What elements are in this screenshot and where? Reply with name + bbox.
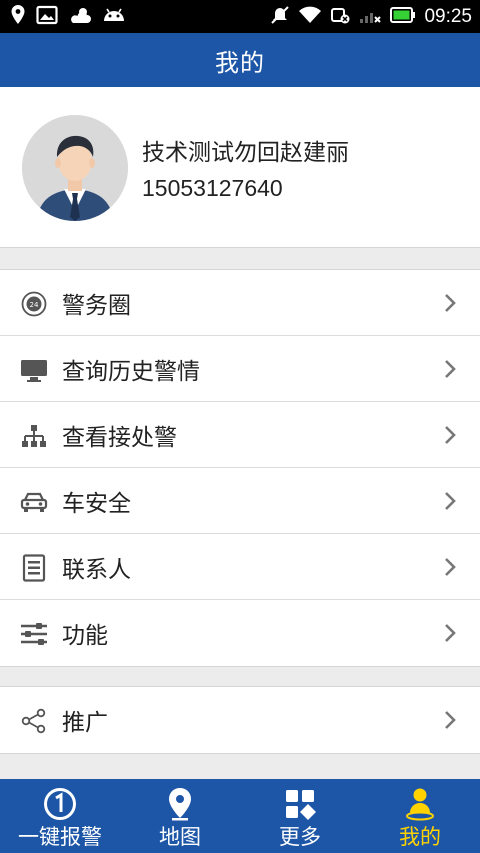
police-circle-icon: 24	[20, 290, 48, 318]
share-icon	[20, 707, 48, 735]
svg-text:24: 24	[30, 301, 39, 309]
tab-label: 更多	[279, 825, 321, 849]
user-name: 技术测试勿回赵建丽	[142, 140, 349, 166]
menu-group-promote: 推广	[0, 686, 480, 754]
wifi-icon	[298, 5, 322, 29]
image-icon	[36, 5, 58, 29]
chevron-right-icon	[445, 426, 456, 444]
status-bar: 09:25	[0, 0, 480, 33]
user-phone: 15053127640	[142, 175, 283, 201]
menu-item-label: 联系人	[62, 556, 131, 583]
menu-item-label: 警务圈	[62, 292, 131, 319]
user-avatar-icon	[22, 115, 128, 221]
menu-item-promote[interactable]: 推广	[0, 687, 480, 753]
menu-item-dispatch[interactable]: 查看接处警	[0, 402, 480, 468]
menu-item-label: 查询历史警情	[62, 358, 200, 385]
tab-map[interactable]: 地图	[120, 779, 240, 853]
settings-sliders-icon	[20, 620, 48, 648]
profile-card[interactable]: 技术测试勿回赵建丽 15053127640	[0, 87, 480, 248]
avatar[interactable]	[22, 115, 128, 221]
tab-label: 我的	[399, 825, 441, 849]
tab-mine[interactable]: 我的	[360, 779, 480, 853]
user-icon	[405, 787, 435, 821]
menu-item-label: 查看接处警	[62, 424, 177, 451]
tab-more[interactable]: 更多	[240, 779, 360, 853]
android-icon	[102, 5, 126, 29]
emergency-icon	[42, 787, 78, 821]
monitor-icon	[20, 356, 48, 384]
menu-item-functions[interactable]: 功能	[0, 600, 480, 666]
car-icon	[20, 488, 48, 516]
tab-label: 一键报警	[18, 825, 102, 849]
menu-item-car-safety[interactable]: 车安全	[0, 468, 480, 534]
chevron-right-icon	[445, 711, 456, 729]
menu-item-police-circle[interactable]: 24 警务圈	[0, 270, 480, 336]
grid-icon	[284, 787, 316, 821]
chevron-right-icon	[445, 294, 456, 312]
contacts-icon	[20, 554, 48, 582]
menu-item-contacts[interactable]: 联系人	[0, 534, 480, 600]
mute-icon	[270, 5, 290, 29]
menu-item-label: 功能	[62, 623, 108, 649]
chevron-right-icon	[445, 558, 456, 576]
menu-item-label: 推广	[62, 710, 108, 736]
weather-icon	[68, 5, 92, 29]
bottom-nav: 一键报警 地图 更多 我的	[0, 779, 480, 853]
page-title: 我的	[215, 48, 265, 77]
hierarchy-icon	[20, 422, 48, 450]
tab-emergency[interactable]: 一键报警	[0, 779, 120, 853]
title-bar: 我的	[0, 33, 480, 87]
status-time: 09:25	[424, 6, 472, 27]
map-pin-icon	[167, 787, 193, 821]
battery-icon	[390, 7, 416, 27]
menu-group-main: 24 警务圈 查询历史警情 查看接处警 车安全 联系人 功能	[0, 269, 480, 667]
menu-item-label: 车安全	[62, 490, 131, 517]
chevron-right-icon	[445, 624, 456, 642]
tab-label: 地图	[159, 825, 201, 849]
chevron-right-icon	[445, 360, 456, 378]
data-off-icon	[330, 5, 350, 29]
chevron-right-icon	[445, 492, 456, 510]
signal-icon	[358, 5, 382, 29]
menu-item-history[interactable]: 查询历史警情	[0, 336, 480, 402]
location-icon	[10, 4, 26, 30]
